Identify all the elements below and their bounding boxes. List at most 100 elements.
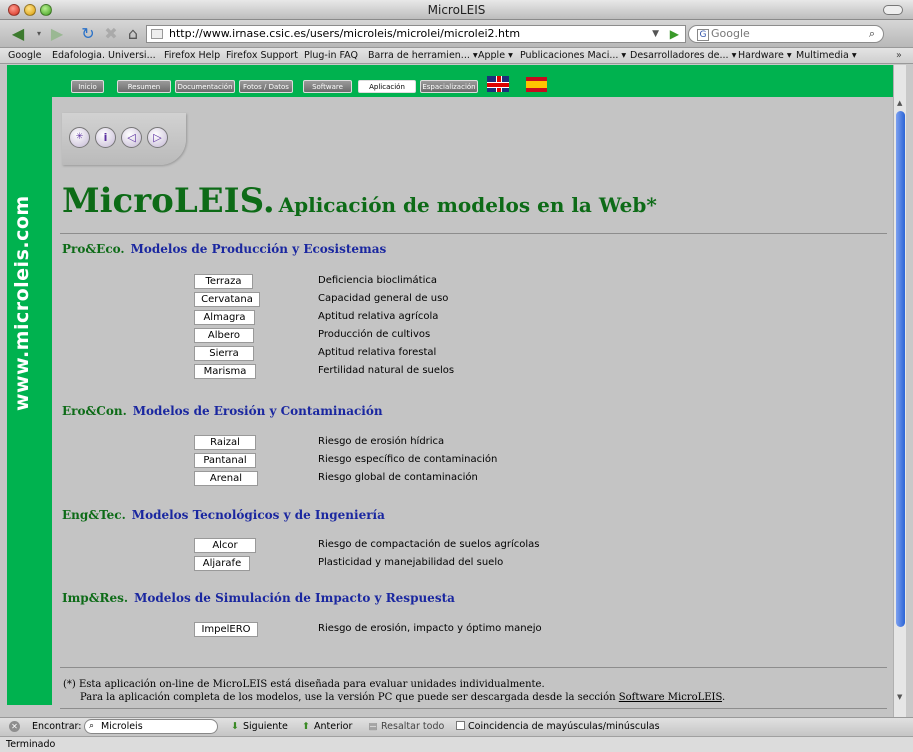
bookmark-item[interactable]: Google xyxy=(8,48,42,63)
status-text: Terminado xyxy=(6,739,56,750)
raizal-button[interactable]: Raizal xyxy=(194,435,256,450)
english-flag-icon[interactable] xyxy=(487,76,509,92)
bookmark-item[interactable]: Edafologia. Universi... xyxy=(52,48,156,63)
model-description: Riesgo global de contaminación xyxy=(318,472,478,483)
bookmark-item[interactable]: Hardware ▾ xyxy=(738,48,792,63)
stop-icon[interactable]: ✖ xyxy=(102,24,120,44)
back-button[interactable]: ◀ xyxy=(6,24,30,44)
bookmark-item[interactable]: Firefox Help xyxy=(164,48,220,63)
impelero-button[interactable]: ImpelERO xyxy=(194,622,258,637)
window-titlebar: MicroLEIS xyxy=(0,0,913,20)
footnote-period: . xyxy=(721,692,726,703)
match-case-label: Coincidencia de mayúsculas/minúsculas xyxy=(468,721,660,732)
highlight-all-button[interactable]: ▤ Resaltar todo xyxy=(368,718,445,735)
model-description: Riesgo de erosión hídrica xyxy=(318,436,445,447)
tab-inicio[interactable]: Inicio xyxy=(71,80,104,93)
site-url-text: www.microleis.com xyxy=(11,195,33,411)
bookmark-item[interactable]: Firefox Support xyxy=(226,48,298,63)
cervatana-button[interactable]: Cervatana xyxy=(194,292,260,307)
divider xyxy=(60,708,887,709)
find-previous-button[interactable]: ⬆ Anterior xyxy=(301,718,352,735)
back-icon[interactable]: ◁ xyxy=(121,127,142,148)
toolbar-toggle-button[interactable] xyxy=(883,5,903,15)
divider xyxy=(60,667,887,668)
search-placeholder: Google xyxy=(711,27,750,40)
model-description: Riesgo específico de contaminación xyxy=(318,454,498,465)
almagra-button[interactable]: Almagra xyxy=(194,310,255,325)
section-name: Modelos de Simulación de Impacto y Respu… xyxy=(134,591,455,605)
match-case-checkbox[interactable]: Coincidencia de mayúsculas/minúsculas xyxy=(456,718,660,735)
aljarafe-button[interactable]: Aljarafe xyxy=(194,556,250,571)
software-microleis-link[interactable]: Software MicroLEIS xyxy=(619,692,722,703)
scrollbar-thumb[interactable] xyxy=(896,111,905,627)
model-description: Riesgo de erosión, impacto y óptimo mane… xyxy=(318,623,542,634)
arenal-button[interactable]: Arenal xyxy=(194,471,258,486)
highlight-all-label: Resaltar todo xyxy=(381,721,445,732)
url-history-dropdown[interactable]: ▼ xyxy=(652,26,659,42)
google-engine-icon[interactable]: G xyxy=(697,29,709,41)
tab-fotos-datos[interactable]: Fotos / Datos xyxy=(239,80,293,93)
page-title: MicroLEIS. Aplicación de modelos en la W… xyxy=(62,181,657,221)
footnote-line-2: Para la aplicación completa de los model… xyxy=(63,691,725,704)
back-history-dropdown[interactable]: ▾ xyxy=(34,24,44,44)
sierra-button[interactable]: Sierra xyxy=(194,346,254,361)
search-icon: ⌕ xyxy=(89,721,95,731)
spanish-flag-icon[interactable] xyxy=(526,77,547,92)
bookmark-item[interactable]: Publicaciones Maci... ▾ xyxy=(520,48,626,63)
icon-panel: ✳ i ◁ ▷ xyxy=(62,113,186,165)
search-icon[interactable]: ⌕ xyxy=(869,26,875,42)
window-title: MicroLEIS xyxy=(427,3,486,17)
marisma-button[interactable]: Marisma xyxy=(194,364,256,379)
info-icon[interactable]: i xyxy=(95,127,116,148)
section-heading-eng-tec: Eng&Tec. Modelos Tecnológicos y de Ingeni… xyxy=(62,508,385,522)
title-main: MicroLEIS. xyxy=(62,181,275,221)
tab-software[interactable]: Software xyxy=(303,80,352,93)
terraza-button[interactable]: Terraza xyxy=(194,274,253,289)
url-field[interactable]: http://www.irnase.csic.es/users/microlei… xyxy=(146,25,686,43)
checkbox-icon xyxy=(456,721,465,730)
navigation-toolbar: ◀ ▾ ▶ ↻ ✖ ⌂ http://www.irnase.csic.es/us… xyxy=(0,20,913,48)
web-page: www.microleis.com Inicio Resumen Documen… xyxy=(0,65,893,717)
model-description: Capacidad general de uso xyxy=(318,293,449,304)
forward-icon[interactable]: ▷ xyxy=(147,127,168,148)
section-heading-pro-eco: Pro&Eco. Modelos de Producción y Ecosiste… xyxy=(62,242,386,256)
bookmark-item[interactable]: Apple ▾ xyxy=(478,48,513,63)
find-input[interactable]: ⌕ Microleis xyxy=(84,719,218,734)
model-description: Riesgo de compactación de suelos agrícol… xyxy=(318,539,540,550)
section-heading-ero-con: Ero&Con. Modelos de Erosión y Contaminaci… xyxy=(62,404,383,418)
down-arrow-icon: ⬇ xyxy=(231,721,239,732)
reload-icon[interactable]: ↻ xyxy=(78,24,98,44)
scroll-down-arrow-icon[interactable]: ▼ xyxy=(897,693,902,701)
uk-flag-icon[interactable]: ✳ xyxy=(69,127,90,148)
bookmark-item[interactable]: Desarrolladores de... ▾ xyxy=(630,48,736,63)
find-next-label: Siguiente xyxy=(243,721,288,732)
bookmarks-bar: Google Edafologia. Universi... Firefox H… xyxy=(0,48,913,64)
search-field[interactable]: G Google ⌕ xyxy=(688,25,884,43)
bookmark-item[interactable]: Barra de herramien... ▾ xyxy=(368,48,478,63)
alcor-button[interactable]: Alcor xyxy=(194,538,256,553)
albero-button[interactable]: Albero xyxy=(194,328,254,343)
section-heading-imp-res: Imp&Res. Modelos de Simulación de Impacto… xyxy=(62,591,455,605)
bookmarks-overflow-icon[interactable]: » xyxy=(896,48,902,63)
section-code: Imp&Res. xyxy=(62,591,129,605)
tab-resumen[interactable]: Resumen xyxy=(117,80,171,93)
find-next-button[interactable]: ⬇ Siguiente xyxy=(230,718,288,735)
tab-espacializacion[interactable]: Espacialización xyxy=(420,80,478,93)
scroll-up-arrow-icon[interactable]: ▲ xyxy=(897,99,902,107)
forward-button[interactable]: ▶ xyxy=(46,24,68,44)
section-code: Ero&Con. xyxy=(62,404,127,418)
vertical-scrollbar[interactable]: ▲ ▼ xyxy=(893,65,906,717)
pantanal-button[interactable]: Pantanal xyxy=(194,453,256,468)
model-description: Deficiencia bioclimática xyxy=(318,275,437,286)
bookmark-item[interactable]: Plug-in FAQ xyxy=(304,48,358,63)
close-find-bar-icon[interactable]: ✕ xyxy=(9,721,20,732)
bookmark-item[interactable]: Multimedia ▾ xyxy=(796,48,857,63)
model-description: Aptitud relativa forestal xyxy=(318,347,437,358)
home-icon[interactable]: ⌂ xyxy=(124,24,142,44)
section-code: Eng&Tec. xyxy=(62,508,126,522)
tab-documentacion[interactable]: Documentación xyxy=(175,80,235,93)
tab-aplicacion[interactable]: Aplicación xyxy=(358,80,416,93)
highlight-icon: ▤ xyxy=(368,721,378,732)
go-icon[interactable]: ▶ xyxy=(670,26,679,42)
url-text: http://www.irnase.csic.es/users/microlei… xyxy=(169,27,521,40)
